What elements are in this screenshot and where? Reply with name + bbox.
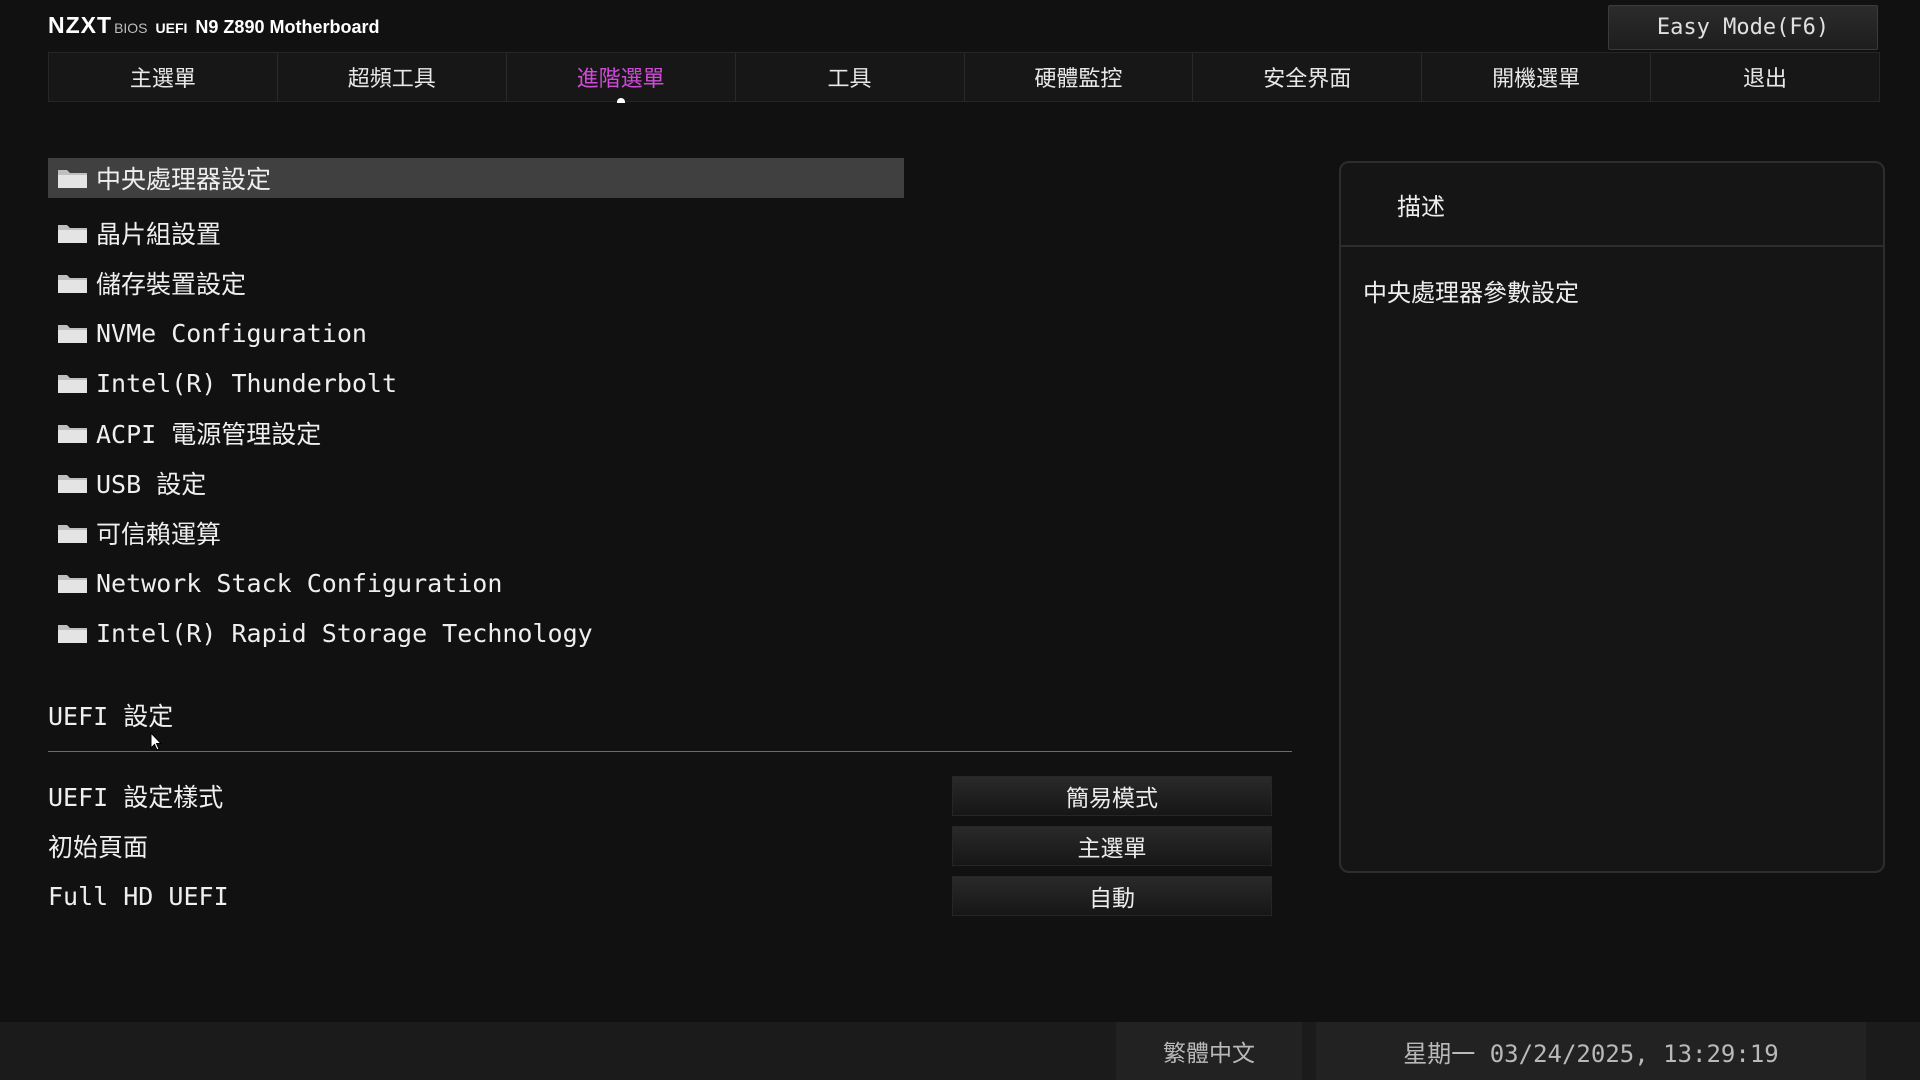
tab-exit[interactable]: 退出	[1651, 53, 1879, 101]
advanced-menu-list: 中央處理器設定 晶片組設置 儲存裝置設定 NVMe Configuration …	[48, 158, 904, 658]
folder-icon	[56, 471, 90, 495]
main-tabs: 主選單 超頻工具 進階選單 工具 硬體監控 安全界面 開機選單 退出	[48, 52, 1880, 103]
easy-mode-button[interactable]: Easy Mode(F6)	[1608, 5, 1878, 50]
menu-item-usb-configuration[interactable]: USB 設定	[48, 458, 904, 508]
folder-icon	[56, 571, 90, 595]
tab-security[interactable]: 安全界面	[1193, 53, 1423, 101]
status-bar: 繁體中文 星期一 03/24/2025, 13:29:19	[0, 1022, 1920, 1080]
setting-row-full-hd-uefi: Full HD UEFI 自動	[48, 876, 1292, 916]
boot-page-select[interactable]: 主選單	[952, 826, 1272, 866]
description-panel: 描述 中央處理器參數設定	[1339, 161, 1885, 873]
menu-item-label: 中央處理器設定	[96, 165, 272, 194]
folder-icon	[56, 621, 90, 645]
uefi-style-select[interactable]: 簡易模式	[952, 776, 1272, 816]
menu-item-nvme-configuration[interactable]: NVMe Configuration	[48, 308, 904, 358]
menu-item-cpu-configuration[interactable]: 中央處理器設定	[48, 158, 904, 198]
folder-icon	[56, 421, 90, 445]
menu-item-acpi-configuration[interactable]: ACPI 電源管理設定	[48, 408, 904, 458]
bios-label: BIOS	[114, 20, 148, 36]
menu-item-thunderbolt[interactable]: Intel(R) Thunderbolt	[48, 358, 904, 408]
menu-item-label: USB 設定	[96, 470, 207, 499]
date-time-display: 星期一 03/24/2025, 13:29:19	[1316, 1022, 1866, 1080]
tab-advanced[interactable]: 進階選單	[507, 53, 736, 103]
menu-item-rapid-storage[interactable]: Intel(R) Rapid Storage Technology	[48, 608, 904, 658]
tab-tool[interactable]: 工具	[736, 53, 965, 101]
menu-item-label: Intel(R) Rapid Storage Technology	[96, 618, 593, 648]
menu-item-chipset-configuration[interactable]: 晶片組設置	[48, 208, 904, 258]
language-selector[interactable]: 繁體中文	[1116, 1022, 1302, 1080]
menu-item-label: 儲存裝置設定	[96, 270, 247, 299]
folder-icon	[56, 521, 90, 545]
folder-icon	[56, 271, 90, 295]
setting-row-uefi-style: UEFI 設定樣式 簡易模式	[48, 776, 1292, 816]
tab-hw-monitor[interactable]: 硬體監控	[965, 53, 1194, 101]
brand-logo: NZXT	[48, 12, 113, 38]
description-text: 中央處理器參數設定	[1363, 279, 1579, 307]
mouse-cursor-icon	[150, 732, 162, 751]
folder-icon	[56, 371, 90, 395]
tab-boot[interactable]: 開機選單	[1422, 53, 1652, 101]
setting-row-boot-page: 初始頁面 主選單	[48, 826, 1292, 866]
menu-item-label: 晶片組設置	[96, 220, 222, 249]
brand-header: NZXT BIOS UEFI N9 Z890 Motherboard	[48, 12, 379, 42]
description-title: 描述	[1341, 163, 1883, 247]
section-divider	[48, 751, 1292, 752]
uefi-settings-title: UEFI 設定	[48, 702, 174, 731]
uefi-label: UEFI	[155, 20, 188, 36]
folder-icon	[56, 221, 90, 245]
menu-item-label: ACPI 電源管理設定	[96, 420, 322, 449]
tab-main[interactable]: 主選單	[49, 53, 278, 101]
folder-icon	[56, 321, 90, 345]
motherboard-model: N9 Z890 Motherboard	[195, 17, 380, 37]
bios-screen: NZXT BIOS UEFI N9 Z890 Motherboard Easy …	[0, 0, 1920, 1080]
menu-item-network-stack[interactable]: Network Stack Configuration	[48, 558, 904, 608]
folder-icon	[56, 166, 90, 190]
menu-item-label: Intel(R) Thunderbolt	[96, 368, 398, 398]
menu-item-label: Network Stack Configuration	[96, 568, 503, 598]
menu-item-storage-configuration[interactable]: 儲存裝置設定	[48, 258, 904, 308]
menu-item-label: NVMe Configuration	[96, 318, 367, 348]
menu-item-label: 可信賴運算	[96, 520, 222, 549]
menu-item-trusted-computing[interactable]: 可信賴運算	[48, 508, 904, 558]
full-hd-uefi-select[interactable]: 自動	[952, 876, 1272, 916]
tab-oc-tweaker[interactable]: 超頻工具	[278, 53, 507, 101]
